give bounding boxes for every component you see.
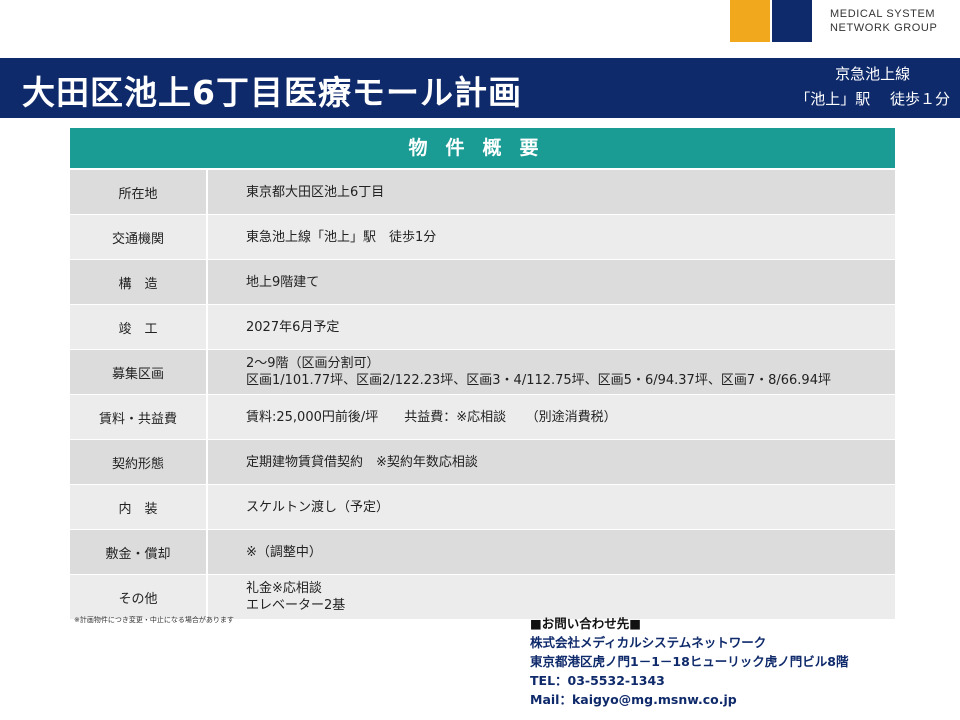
row-value-line: 2027年6月予定 bbox=[246, 319, 340, 335]
row-value: ※（調整中） bbox=[208, 530, 895, 574]
table-body: 所在地 東京都大田区池上6丁目交通機関 東急池上線「池上」駅 徒歩1分構 造 地上9階… bbox=[70, 170, 895, 620]
row-value-line: 東急池上線「池上」駅 徒歩1分 bbox=[246, 229, 437, 245]
row-value-line: ※（調整中） bbox=[246, 544, 322, 560]
row-label: 所在地 bbox=[70, 170, 208, 214]
property-overview-table: 物件概要 所在地 東京都大田区池上6丁目交通機関 東急池上線「池上」駅 徒歩1分構 … bbox=[70, 128, 895, 620]
disclaimer-note: ※計画物件につき変更・中止になる場合があります bbox=[74, 616, 234, 624]
row-value-line: 2〜9階（区画分割可） bbox=[246, 356, 380, 371]
row-value: 礼金※応相談エレベーター2基 bbox=[208, 575, 895, 619]
logo-orange-square bbox=[730, 0, 770, 42]
logo-line-1: MEDICAL SYSTEM bbox=[830, 8, 936, 20]
contact-tel: TEL：03-5532-1343 bbox=[530, 673, 665, 688]
row-label: 構 造 bbox=[70, 260, 208, 304]
row-value: 賃料:25,000円前後/坪 共益費：※応相談 （別途消費税） bbox=[208, 395, 895, 439]
table-row: 所在地 東京都大田区池上6丁目 bbox=[70, 170, 895, 215]
row-label: 賃料・共益費 bbox=[70, 395, 208, 439]
logo-line-2: NETWORK GROUP bbox=[830, 22, 938, 34]
access-line: 京急池上線 bbox=[835, 65, 911, 83]
row-value: 定期建物賃貸借契約 ※契約年数応相談 bbox=[208, 440, 895, 484]
table-row: 賃料・共益費 賃料:25,000円前後/坪 共益費：※応相談 （別途消費税） bbox=[70, 395, 895, 440]
contact-block: ■お問い合わせ先■ 株式会社メディカルシステムネットワーク 東京都港区虎ノ門1－… bbox=[530, 614, 849, 709]
row-value-line: 礼金※応相談 bbox=[246, 581, 322, 596]
table-heading: 物件概要 bbox=[70, 128, 895, 170]
row-value: 東急池上線「池上」駅 徒歩1分 bbox=[208, 215, 895, 259]
contact-company: 株式会社メディカルシステムネットワーク bbox=[530, 635, 767, 650]
table-row: 交通機関 東急池上線「池上」駅 徒歩1分 bbox=[70, 215, 895, 260]
table-row: 内 装 スケルトン渡し（予定） bbox=[70, 485, 895, 530]
contact-mail: Mail：kaigyo@mg.msnw.co.jp bbox=[530, 692, 737, 707]
row-value-line: 賃料:25,000円前後/坪 共益費：※応相談 （別途消費税） bbox=[246, 409, 617, 425]
row-value-line: エレベーター2基 bbox=[246, 598, 346, 613]
row-value-line: スケルトン渡し（予定） bbox=[246, 499, 390, 515]
row-value: スケルトン渡し（予定） bbox=[208, 485, 895, 529]
table-row: 契約形態 定期建物賃貸借契約 ※契約年数応相談 bbox=[70, 440, 895, 485]
row-value-line: 定期建物賃貸借契約 ※契約年数応相談 bbox=[246, 454, 478, 470]
row-value-line: 東京都大田区池上6丁目 bbox=[246, 184, 385, 200]
row-label: 交通機関 bbox=[70, 215, 208, 259]
title-band: 大田区池上6丁目医療モール計画 京急池上線 「池上」駅 徒歩１分 bbox=[0, 58, 960, 118]
row-label: その他 bbox=[70, 575, 208, 619]
page-title: 大田区池上6丁目医療モール計画 bbox=[22, 73, 522, 112]
table-row: 竣 工 2027年6月予定 bbox=[70, 305, 895, 350]
row-value: 2〜9階（区画分割可） 区画1/101.77坪、区画2/122.23坪、区画3・4… bbox=[208, 350, 895, 394]
row-label: 内 装 bbox=[70, 485, 208, 529]
row-label: 契約形態 bbox=[70, 440, 208, 484]
row-value-line: 地上9階建て bbox=[246, 274, 320, 290]
access-station: 「池上」駅 徒歩１分 bbox=[795, 90, 950, 108]
row-label: 募集区画 bbox=[70, 350, 208, 394]
row-label: 竣 工 bbox=[70, 305, 208, 349]
row-label: 敷金・償却 bbox=[70, 530, 208, 574]
table-row: 敷金・償却 ※（調整中） bbox=[70, 530, 895, 575]
table-row: 募集区画 2〜9階（区画分割可） 区画1/101.77坪、区画2/122.23坪、区… bbox=[70, 350, 895, 395]
company-logo-mark bbox=[730, 0, 812, 42]
contact-heading: ■お問い合わせ先■ bbox=[530, 616, 642, 631]
logo-navy-square bbox=[772, 0, 812, 42]
row-value: 東京都大田区池上6丁目 bbox=[208, 170, 895, 214]
access-info: 京急池上線 「池上」駅 徒歩１分 bbox=[795, 62, 950, 112]
row-value: 2027年6月予定 bbox=[208, 305, 895, 349]
contact-address: 東京都港区虎ノ門1－1－18ヒューリック虎ノ門ビル8階 bbox=[530, 654, 849, 669]
row-value: 地上9階建て bbox=[208, 260, 895, 304]
row-value-line: 区画1/101.77坪、区画2/122.23坪、区画3・4/112.75坪、区画… bbox=[246, 373, 831, 388]
company-logo-text: MEDICAL SYSTEM NETWORK GROUP bbox=[830, 7, 937, 35]
table-row: 構 造 地上9階建て bbox=[70, 260, 895, 305]
